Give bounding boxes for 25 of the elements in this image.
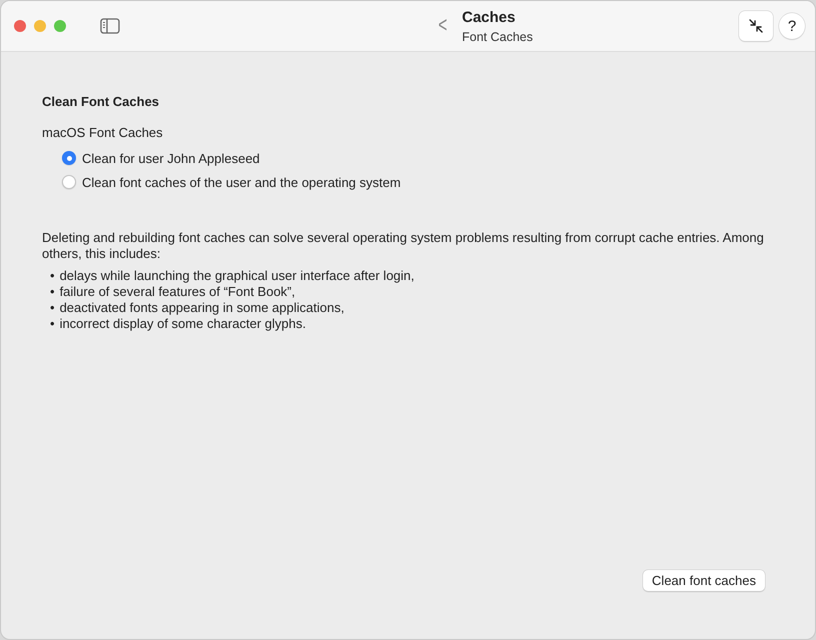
- bullet: •: [50, 300, 55, 316]
- bullet: •: [50, 284, 55, 300]
- list-item: deactivated fonts appearing in some applications,: [60, 300, 344, 316]
- close-button[interactable]: [14, 20, 26, 32]
- option-label[interactable]: Clean font caches of the user and the operating system: [82, 174, 401, 190]
- collapse-icon: [748, 18, 764, 34]
- window-subtitle: Font Caches: [462, 30, 534, 44]
- window-title: Caches: [462, 8, 516, 26]
- minimize-button[interactable]: [34, 20, 46, 32]
- help-button[interactable]: ?: [779, 13, 805, 39]
- clean-button[interactable]: Clean font caches: [642, 570, 765, 591]
- collapse-button[interactable]: [739, 11, 773, 41]
- list-item: failure of several features of “Font Book”,: [60, 284, 296, 300]
- group-label: macOS Font Caches: [42, 125, 164, 140]
- section-heading: Clean Font Caches: [42, 94, 160, 109]
- radio-button[interactable]: [62, 175, 76, 189]
- bullet: •: [50, 316, 55, 332]
- option-label[interactable]: Clean for user John Appleseed: [82, 150, 260, 166]
- description: Deleting and rebuilding font caches can solve several operating system problems resulting from corrupt cache entries. Among others, this includes:: [42, 230, 765, 262]
- bullet: •: [50, 268, 55, 284]
- zoom-button[interactable]: [54, 20, 66, 32]
- list-item: incorrect display of some character glyphs.: [60, 316, 306, 332]
- radio-button[interactable]: [62, 151, 76, 165]
- sidebar-icon[interactable]: [100, 18, 120, 34]
- list-item: delays while launching the graphical user interface after login,: [60, 268, 414, 284]
